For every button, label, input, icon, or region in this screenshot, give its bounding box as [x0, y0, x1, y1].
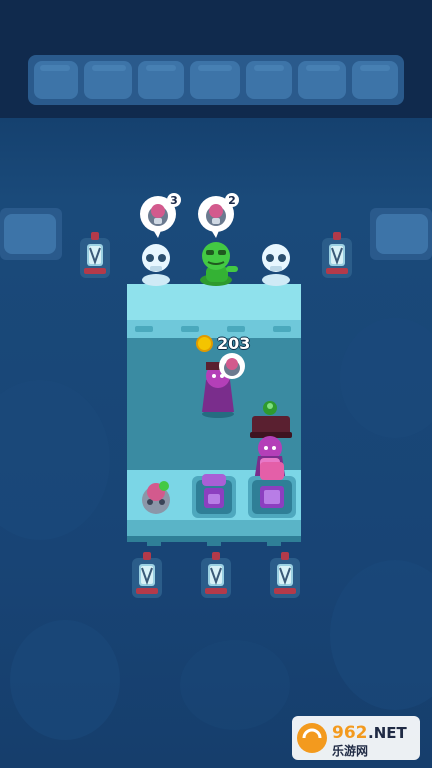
order-bubble[interactable]: 2: [196, 192, 240, 240]
shelf-feet: [127, 536, 301, 546]
lantern-icon: [201, 552, 231, 598]
game-scene: 3 2 203 962 .NET 乐游网: [0, 0, 432, 768]
zombie-customer[interactable]: [196, 240, 240, 286]
lantern-icon: [80, 232, 110, 278]
left-ledge: [0, 208, 62, 260]
order-count: 3: [170, 194, 178, 207]
tree-blob: [10, 620, 120, 740]
tree-blob: [330, 560, 432, 710]
order-bubble[interactable]: 3: [138, 192, 182, 240]
vampire-worker[interactable]: [192, 350, 252, 420]
watermark-brand: 962: [332, 723, 368, 743]
lantern-icon: [132, 552, 162, 598]
coin-icon: [196, 334, 213, 352]
watermark-subtitle: 乐游网: [332, 743, 368, 758]
right-ledge: [370, 208, 432, 260]
skeleton-customer[interactable]: [138, 242, 174, 286]
skeleton-customer[interactable]: [258, 242, 294, 286]
tree-blob: [340, 318, 432, 438]
site-watermark: 962 .NET 乐游网: [292, 716, 420, 760]
station-skull-drink[interactable]: [136, 476, 176, 518]
stone-row: [28, 55, 404, 105]
station-purple-potion[interactable]: [192, 470, 236, 520]
tree-blob: [0, 380, 110, 540]
tree-blob: [180, 640, 290, 730]
station-purple-potion-filled[interactable]: [248, 460, 296, 520]
lantern-icon: [322, 232, 352, 278]
watermark-tld: .NET: [368, 724, 407, 742]
order-count: 2: [228, 194, 236, 207]
lantern-icon: [270, 552, 300, 598]
